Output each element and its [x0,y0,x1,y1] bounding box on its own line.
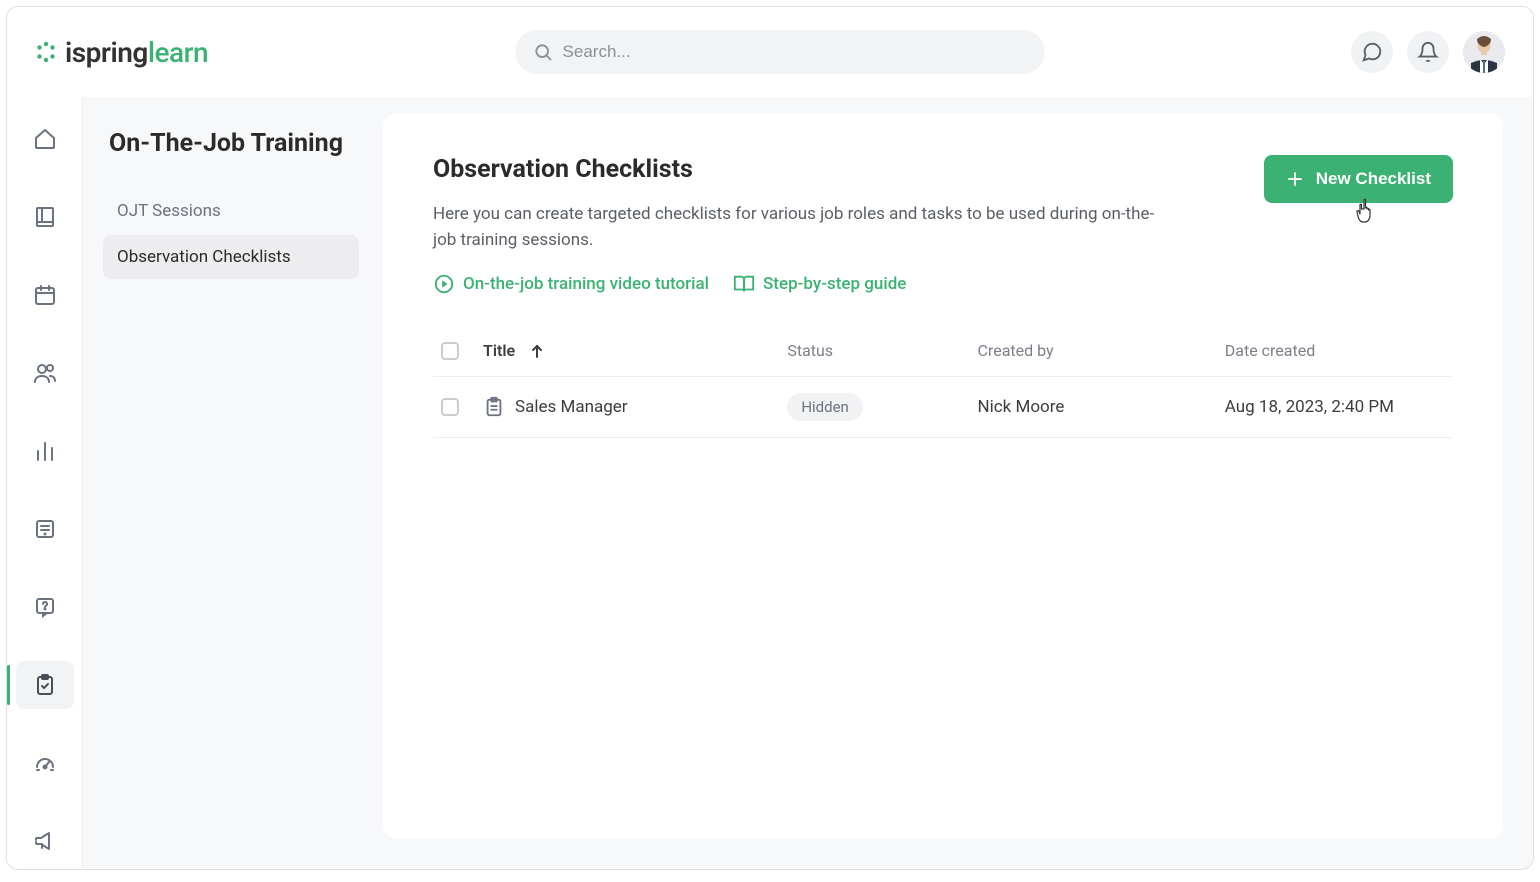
nav-rail [7,97,83,869]
sidebar: On-The-Job Training OJT Sessions Observa… [83,97,373,869]
column-date-created[interactable]: Date created [1225,341,1453,360]
help-icon [33,595,57,619]
nav-library[interactable] [16,193,74,241]
column-created-by[interactable]: Created by [978,341,1225,360]
row-date-created: Aug 18, 2023, 2:40 PM [1225,397,1453,417]
chat-button[interactable] [1351,31,1393,73]
nav-help[interactable] [16,583,74,631]
notifications-button[interactable] [1407,31,1449,73]
sidebar-title: On-The-Job Training [103,127,359,161]
megaphone-icon [33,829,57,853]
logo[interactable]: ispringlearn [35,36,208,69]
new-checklist-label: New Checklist [1316,169,1431,189]
column-title[interactable]: Title [483,341,787,360]
book-open-icon [733,273,755,295]
users-icon [33,361,57,385]
select-all-checkbox[interactable] [441,342,459,360]
app-header: ispringlearn [7,7,1533,97]
row-created-by: Nick Moore [978,397,1225,417]
row-title: Sales Manager [515,397,628,417]
news-icon [33,517,57,541]
clipboard-icon [483,396,505,418]
nav-analytics[interactable] [16,427,74,475]
checklist-table: Title Status Created by Date created [433,325,1453,438]
page-heading: Observation Checklists [433,155,1173,184]
search-input[interactable] [563,42,1027,62]
page-description: Here you can create targeted checklists … [433,202,1173,253]
bell-icon [1417,41,1439,63]
nav-users[interactable] [16,349,74,397]
book-icon [33,205,57,229]
step-guide-link[interactable]: Step-by-step guide [733,273,906,295]
new-checklist-button[interactable]: New Checklist [1264,155,1453,203]
table-header: Title Status Created by Date created [433,325,1453,377]
search-icon [533,42,553,62]
column-status[interactable]: Status [787,341,977,360]
nav-performance[interactable] [16,739,74,787]
chat-icon [1361,41,1383,63]
video-tutorial-link[interactable]: On-the-job training video tutorial [433,273,709,295]
nav-news[interactable] [16,505,74,553]
calendar-icon [33,283,57,307]
user-avatar[interactable] [1463,31,1505,73]
logo-ispring: ispring [65,36,148,69]
home-icon [33,127,57,151]
nav-home[interactable] [16,115,74,163]
gauge-icon [33,751,57,775]
logo-mark-icon [35,41,57,63]
video-tutorial-label: On-the-job training video tutorial [463,274,709,294]
status-badge: Hidden [787,393,863,421]
main-card: Observation Checklists Here you can crea… [383,113,1503,839]
table-row[interactable]: Sales Manager Hidden Nick Moore Aug 18, … [433,377,1453,438]
column-title-label: Title [483,341,515,360]
logo-learn: learn [148,36,208,69]
step-guide-label: Step-by-step guide [763,274,906,294]
sort-asc-icon [531,344,543,358]
clipboard-check-icon [33,673,57,697]
nav-checklist[interactable] [16,661,74,709]
sidebar-item-ojt-sessions[interactable]: OJT Sessions [103,189,359,233]
sidebar-item-observation-checklists[interactable]: Observation Checklists [103,235,359,279]
plus-icon [1286,170,1304,188]
logo-text: ispringlearn [65,36,208,69]
row-checkbox[interactable] [441,398,459,416]
search-bar[interactable] [515,30,1045,74]
nav-calendar[interactable] [16,271,74,319]
play-circle-icon [433,273,455,295]
cursor-hand-icon [1355,197,1379,225]
chart-icon [33,439,57,463]
nav-announcements[interactable] [16,817,74,865]
